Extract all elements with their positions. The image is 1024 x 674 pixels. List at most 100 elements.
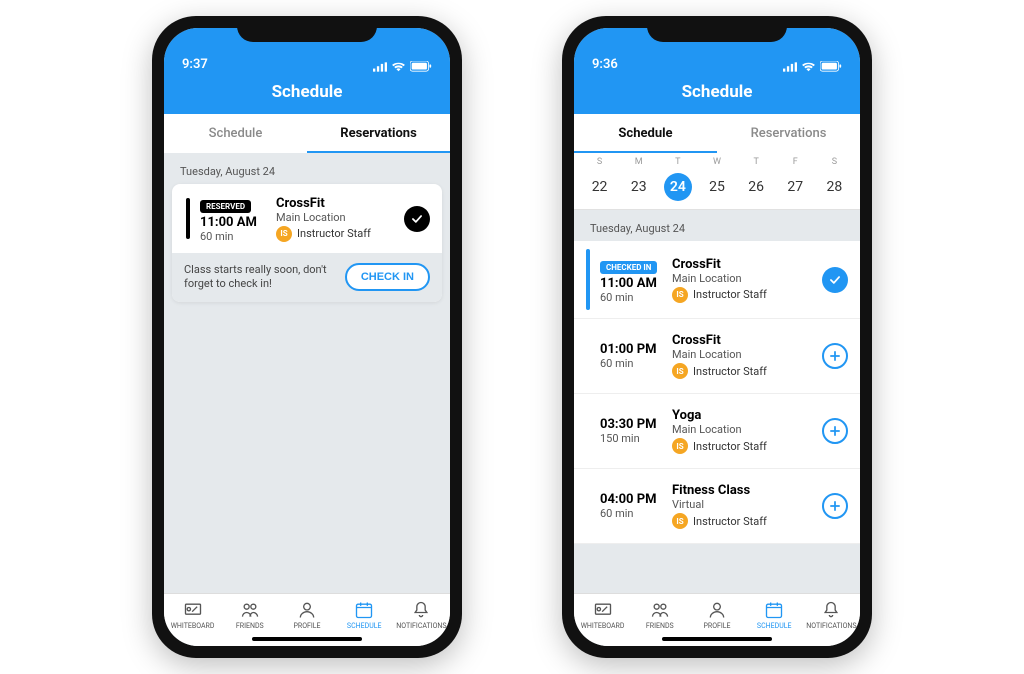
week-dow: W <box>697 157 736 167</box>
add-class-button[interactable] <box>822 493 848 519</box>
bell-icon <box>821 600 841 620</box>
time-column: RESERVED 11:00 AM 60 min <box>200 194 266 243</box>
tab-profile[interactable]: PROFILE <box>278 600 335 630</box>
date-label: Tuesday, August 24 <box>574 210 860 241</box>
class-duration: 60 min <box>600 507 662 520</box>
class-time: 01:00 PM <box>600 342 662 357</box>
tab-notifications[interactable]: NOTIFICATIONS <box>803 600 860 630</box>
instructor-avatar: IS <box>672 438 688 454</box>
class-name: Fitness Class <box>672 483 812 498</box>
class-time: 11:00 AM <box>600 276 662 291</box>
instructor-avatar: IS <box>276 226 292 242</box>
week-num: 26 <box>742 173 770 201</box>
status-time: 9:36 <box>592 57 618 72</box>
time-column: 04:00 PM60 min <box>600 492 662 520</box>
class-location: Main Location <box>672 272 812 285</box>
class-name: CrossFit <box>276 196 394 211</box>
reservation-card[interactable]: RESERVED 11:00 AM 60 min CrossFit Main L… <box>172 184 442 302</box>
segment-tabs: Schedule Reservations <box>164 114 450 153</box>
page-title: Schedule <box>574 74 860 114</box>
tab-notifications[interactable]: NOTIFICATIONS <box>393 600 450 630</box>
profile-icon <box>297 600 317 620</box>
bell-icon <box>411 600 431 620</box>
add-class-button[interactable] <box>822 418 848 444</box>
week-day[interactable]: S22 <box>580 157 619 201</box>
whiteboard-icon <box>183 600 203 620</box>
time-column: 03:30 PM150 min <box>600 417 662 445</box>
tab-reservations[interactable]: Reservations <box>717 114 860 153</box>
home-indicator[interactable] <box>662 637 772 641</box>
class-location: Main Location <box>672 423 812 436</box>
schedule-item[interactable]: 04:00 PM60 min Fitness ClassVirtual IS Inst… <box>574 469 860 544</box>
tab-schedule[interactable]: Schedule <box>164 114 307 153</box>
week-day[interactable]: T26 <box>737 157 776 201</box>
schedule-item[interactable]: CHECKED IN 11:00 AM60 min CrossFitMain Loc… <box>574 241 860 319</box>
date-label: Tuesday, August 24 <box>164 153 450 184</box>
wifi-icon <box>391 62 406 72</box>
time-column: 01:00 PM60 min <box>600 342 662 370</box>
reserved-check-icon <box>404 206 430 232</box>
week-day[interactable]: M23 <box>619 157 658 201</box>
class-duration: 60 min <box>600 291 662 304</box>
home-indicator[interactable] <box>252 637 362 641</box>
schedule-item[interactable]: 03:30 PM150 minYogaMain LocationISInstru… <box>574 394 860 469</box>
page-title: Schedule <box>164 74 450 114</box>
item-accent <box>586 402 590 460</box>
battery-icon <box>410 61 432 72</box>
class-time: 03:30 PM <box>600 417 662 432</box>
instructor-name: Instructor Staff <box>297 227 371 240</box>
tab-schedule-bottom[interactable]: SCHEDULE <box>336 600 393 630</box>
class-duration: 150 min <box>600 432 662 445</box>
tab-whiteboard[interactable]: WHITEBOARD <box>164 600 221 630</box>
class-name: CrossFit <box>672 333 812 348</box>
signal-icon <box>373 62 387 72</box>
week-day[interactable]: S28 <box>815 157 854 201</box>
class-duration: 60 min <box>600 357 662 370</box>
week-dow: T <box>658 157 697 167</box>
class-time: 04:00 PM <box>600 492 662 507</box>
segment-tabs: Schedule Reservations <box>574 114 860 153</box>
add-class-button[interactable] <box>822 343 848 369</box>
tab-friends[interactable]: FRIENDS <box>631 600 688 630</box>
instructor-avatar: IS <box>672 513 688 529</box>
week-day[interactable]: T 24 <box>658 157 697 201</box>
notch <box>647 16 787 42</box>
friends-icon <box>240 600 260 620</box>
status-badge: RESERVED <box>200 200 251 213</box>
week-day[interactable]: W 25 <box>697 157 736 201</box>
battery-icon <box>820 61 842 72</box>
class-column: CrossFitMain LocationISInstructor Staff <box>672 257 812 303</box>
card-accent <box>186 198 190 239</box>
class-column: CrossFitMain LocationISInstructor Staff <box>672 333 812 379</box>
week-num: 24 <box>664 173 692 201</box>
class-name: CrossFit <box>672 257 812 272</box>
tab-profile[interactable]: PROFILE <box>688 600 745 630</box>
reminder-text: Class starts really soon, don't forget t… <box>184 263 345 292</box>
schedule-item[interactable]: 01:00 PM60 minCrossFitMain LocationISIns… <box>574 319 860 394</box>
tab-schedule-bottom[interactable]: SCHEDULE <box>746 600 803 630</box>
week-num: 22 <box>586 173 614 201</box>
item-accent <box>586 327 590 385</box>
week-num: 28 <box>820 173 848 201</box>
class-column: YogaMain LocationISInstructor Staff <box>672 408 812 454</box>
check-in-button[interactable]: CHECK IN <box>345 263 430 291</box>
tab-reservations[interactable]: Reservations <box>307 114 450 153</box>
class-duration: 60 min <box>200 230 266 243</box>
week-day[interactable]: F27 <box>776 157 815 201</box>
tab-friends[interactable]: FRIENDS <box>221 600 278 630</box>
week-num: 25 <box>703 173 731 201</box>
calendar-icon <box>764 600 784 620</box>
week-strip[interactable]: S22M23T 24 W 25T26F27S28 <box>574 153 860 210</box>
tab-whiteboard[interactable]: WHITEBOARD <box>574 600 631 630</box>
instructor-name: Instructor Staff <box>693 440 767 453</box>
tab-schedule[interactable]: Schedule <box>574 114 717 153</box>
class-time: 11:00 AM <box>200 215 266 230</box>
class-location: Virtual <box>672 498 812 511</box>
instructor-name: Instructor Staff <box>693 365 767 378</box>
instructor-avatar: IS <box>672 363 688 379</box>
status-badge: CHECKED IN <box>600 261 657 274</box>
class-location: Main Location <box>276 211 394 224</box>
instructor-name: Instructor Staff <box>693 515 767 528</box>
week-dow: F <box>776 157 815 167</box>
item-accent <box>586 249 590 310</box>
